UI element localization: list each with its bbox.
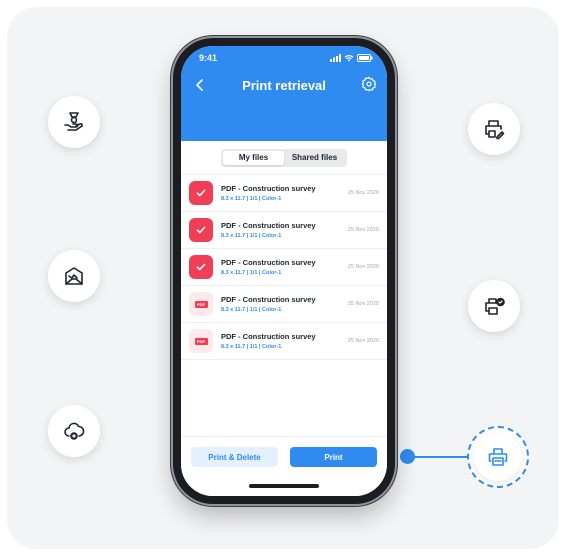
row-text: PDF - Construction survey 8.3 x 11.7 | 1… xyxy=(221,295,344,313)
selected-checkbox[interactable] xyxy=(189,218,213,242)
printer-edit-icon xyxy=(485,120,505,140)
print-button[interactable]: Print xyxy=(290,447,377,467)
printer-icon xyxy=(488,448,508,466)
connector-line xyxy=(407,456,469,458)
connector-dot xyxy=(400,449,415,464)
check-icon xyxy=(196,226,206,234)
check-icon xyxy=(196,189,206,197)
file-title: PDF - Construction survey xyxy=(221,221,316,230)
mail-image-icon xyxy=(65,267,83,285)
file-title: PDF - Construction survey xyxy=(221,184,316,193)
printer-check-button[interactable] xyxy=(468,280,520,332)
list-item[interactable]: PDF - Construction survey 8.3 x 11.7 | 1… xyxy=(181,249,387,286)
tab-shared-files[interactable]: Shared files xyxy=(284,151,345,165)
gear-icon[interactable] xyxy=(361,76,377,92)
file-date: 25 Nov 2020 xyxy=(347,338,379,344)
file-meta: 8.3 x 11.7 | 1/1 | Color-1 xyxy=(221,307,282,313)
row-text: PDF - Construction survey 8.3 x 11.7 | 1… xyxy=(221,258,344,276)
cloud-upload-button[interactable] xyxy=(48,405,100,457)
hand-money-button[interactable] xyxy=(48,96,100,148)
chevron-left-icon[interactable] xyxy=(191,76,209,94)
signal-icon xyxy=(330,54,341,62)
file-title: PDF - Construction survey xyxy=(221,332,316,341)
segmented-control: My files Shared files xyxy=(221,148,347,167)
printer-button-inner xyxy=(474,433,522,481)
action-bar: Print & Delete Print xyxy=(181,436,387,496)
phone-screen: 9:41 Print retrieval My files Shared fil… xyxy=(181,46,387,496)
pdf-file-icon: PDF xyxy=(194,337,208,345)
battery-icon xyxy=(357,54,373,62)
nav-bar: Print retrieval xyxy=(181,70,387,100)
file-meta: 8.3 x 11.7 | 1/1 | Color-1 xyxy=(221,233,282,239)
list-item[interactable]: PDF PDF - Construction survey 8.3 x 11.7… xyxy=(181,323,387,360)
row-text: PDF - Construction survey 8.3 x 11.7 | 1… xyxy=(221,184,344,202)
row-text: PDF - Construction survey 8.3 x 11.7 | 1… xyxy=(221,221,344,239)
file-meta: 8.3 x 11.7 | 1/1 | Color-1 xyxy=(221,196,282,202)
list-item[interactable]: PDF - Construction survey 8.3 x 11.7 | 1… xyxy=(181,212,387,249)
page-title: Print retrieval xyxy=(242,77,326,93)
file-list: PDF - Construction survey 8.3 x 11.7 | 1… xyxy=(181,175,387,360)
pdf-thumbnail[interactable]: PDF xyxy=(189,329,213,353)
home-indicator xyxy=(249,484,319,488)
list-item[interactable]: PDF PDF - Construction survey 8.3 x 11.7… xyxy=(181,286,387,323)
printer-edit-button[interactable] xyxy=(468,103,520,155)
list-item[interactable]: PDF - Construction survey 8.3 x 11.7 | 1… xyxy=(181,175,387,212)
file-meta: 8.3 x 11.7 | 1/1 | Color-1 xyxy=(221,270,282,276)
phone-frame: 9:41 Print retrieval My files Shared fil… xyxy=(173,38,395,504)
file-date: 25 Nov 2020 xyxy=(347,264,379,270)
row-text: PDF - Construction survey 8.3 x 11.7 | 1… xyxy=(221,332,344,350)
mail-image-button[interactable] xyxy=(48,250,100,302)
status-icons xyxy=(330,54,373,62)
hand-money-icon xyxy=(64,112,83,131)
pdf-thumbnail[interactable]: PDF xyxy=(189,292,213,316)
file-meta: 8.3 x 11.7 | 1/1 | Color-1 xyxy=(221,344,282,350)
tabs-container: My files Shared files xyxy=(181,141,387,175)
print-delete-button[interactable]: Print & Delete xyxy=(191,447,278,467)
status-time: 9:41 xyxy=(199,53,218,63)
app-header: 9:41 Print retrieval xyxy=(181,46,387,141)
wifi-icon xyxy=(344,55,354,62)
file-title: PDF - Construction survey xyxy=(221,295,316,304)
file-date: 25 Nov 2020 xyxy=(347,227,379,233)
file-title: PDF - Construction survey xyxy=(221,258,316,267)
pdf-file-icon: PDF xyxy=(194,300,208,308)
cloud-upload-icon xyxy=(64,422,85,440)
status-bar: 9:41 xyxy=(181,46,387,70)
printer-check-icon xyxy=(485,297,505,315)
file-date: 25 Nov 2020 xyxy=(347,190,379,196)
printer-button-selected[interactable] xyxy=(467,426,529,488)
tab-my-files[interactable]: My files xyxy=(223,150,284,165)
check-icon xyxy=(196,263,206,271)
selected-checkbox[interactable] xyxy=(189,255,213,279)
file-date: 25 Nov 2020 xyxy=(347,301,379,307)
selected-checkbox[interactable] xyxy=(189,181,213,205)
